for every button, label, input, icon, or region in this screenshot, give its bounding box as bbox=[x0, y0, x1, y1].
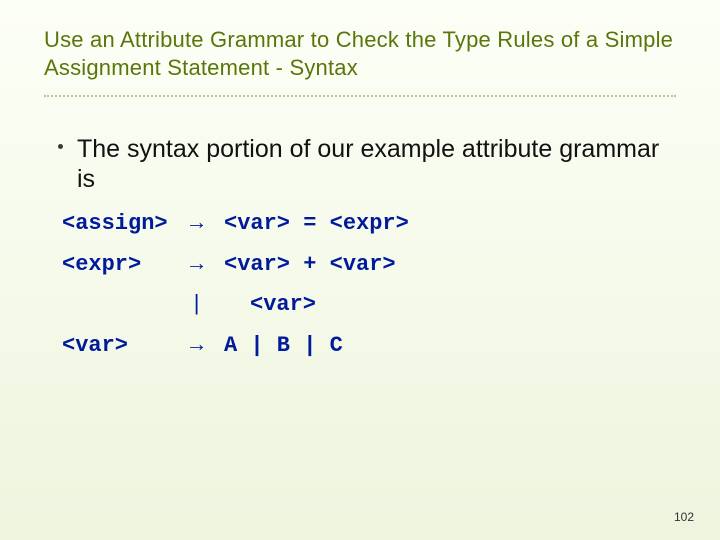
grammar-lhs: <var> bbox=[62, 326, 190, 367]
grammar-arrow: → bbox=[190, 245, 224, 286]
grammar-rhs: A | B | C bbox=[224, 326, 676, 367]
slide-title: Use an Attribute Grammar to Check the Ty… bbox=[44, 26, 676, 81]
bullet-dot-icon bbox=[58, 144, 63, 149]
grammar-rhs: <var> bbox=[224, 285, 676, 326]
slide: Use an Attribute Grammar to Check the Ty… bbox=[0, 0, 720, 540]
grammar-rule: <assign> → <var> = <expr> bbox=[62, 204, 676, 245]
grammar-rule-alt: | <var> bbox=[62, 285, 676, 326]
divider-dotted bbox=[44, 95, 676, 98]
grammar-lhs: <expr> bbox=[62, 245, 190, 286]
grammar-rhs: <var> = <expr> bbox=[224, 204, 676, 245]
grammar-arrow: → bbox=[190, 326, 224, 367]
grammar-block: <assign> → <var> = <expr> <expr> → <var>… bbox=[62, 204, 676, 367]
bullet-text: The syntax portion of our example attrib… bbox=[77, 134, 676, 194]
grammar-pipe: | bbox=[190, 285, 224, 326]
page-number: 102 bbox=[674, 510, 694, 524]
grammar-arrow: → bbox=[190, 204, 224, 245]
grammar-rule: <var> → A | B | C bbox=[62, 326, 676, 367]
grammar-rule: <expr> → <var> + <var> bbox=[62, 245, 676, 286]
slide-body: The syntax portion of our example attrib… bbox=[44, 134, 676, 367]
grammar-rhs: <var> + <var> bbox=[224, 245, 676, 286]
bullet-item: The syntax portion of our example attrib… bbox=[58, 134, 676, 194]
grammar-lhs: <assign> bbox=[62, 204, 190, 245]
